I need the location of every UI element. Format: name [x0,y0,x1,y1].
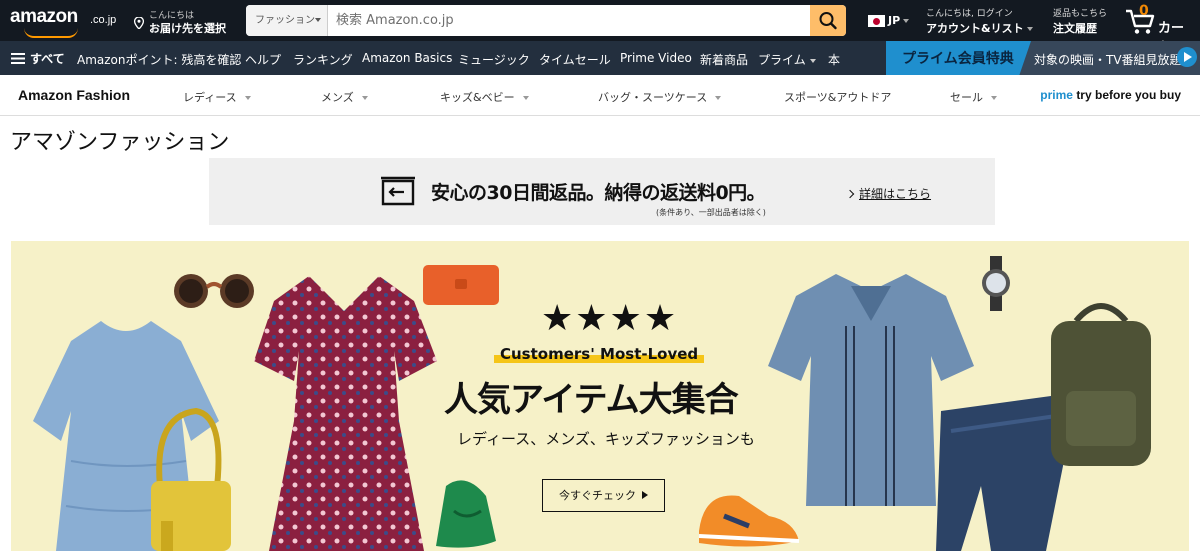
nav-item-music[interactable]: ミュージック [458,51,530,68]
fashion-nav-label: バッグ・スーツケース [598,91,708,104]
fashion-nav-label: レディース [183,91,237,104]
account-greeting: こんにちは, ログイン [926,9,1013,19]
top-header: amazon .co.jp こんにちは お届け先を選択 ファッション JP こん… [0,0,1200,55]
main-nav: すべて Amazonポイント: 残高を確認 ヘルプ ランキング Amazon B… [0,41,1200,75]
nav-item-time-sale[interactable]: タイムセール [539,51,611,68]
nav-item-new-arrivals[interactable]: 新着商品 [700,51,748,68]
returns-details-link[interactable]: 詳細はこちら [845,185,932,202]
chevron-down-icon [244,96,251,100]
chevron-down-icon [715,96,722,100]
returns-note: (条件あり、一部出品者は除く) [656,208,766,217]
language-label: JP [888,14,901,27]
account-label: アカウント&リスト [926,22,1024,35]
all-menu-label: すべて [30,52,65,66]
nav-item-prime[interactable]: プライム [758,51,816,68]
check-now-button[interactable]: 今すぐチェック [542,479,665,512]
japan-flag-icon[interactable] [868,15,885,27]
chevron-right-icon [845,189,855,199]
nav-item-books[interactable]: 本 [828,51,840,68]
fashion-nav-mens[interactable]: メンズ [321,89,368,105]
nav-item-ranking[interactable]: ランキング [293,51,353,68]
prime-banner-text: 対象の映画・TV番組見放題 [1034,53,1182,67]
all-menu-button[interactable]: すべて [11,50,65,67]
returns-headline: 安心の30日間返品。納得の返送料0円。 [431,182,766,204]
search-icon [819,12,837,30]
deliver-to-selector[interactable]: こんにちは お届け先を選択 [134,6,234,36]
orange-wallet-image [423,265,499,305]
search-category-label: ファッション [255,15,315,26]
location-pin-icon [134,17,144,29]
cart-count: 0 [1139,3,1149,19]
green-shoe-image [436,480,496,548]
search-input[interactable] [330,5,810,36]
chevron-down-icon [522,96,529,100]
deliver-label: お届け先を選択 [149,22,226,35]
chevron-down-icon [361,96,368,100]
play-icon [1177,47,1197,67]
fashion-nav-bags[interactable]: バッグ・スーツケース [598,89,722,105]
chevron-down-icon [315,18,321,22]
prime-banner-title: プライム会員特典 [902,51,1014,67]
search-bar: ファッション [246,5,846,36]
fashion-nav-sports[interactable]: スポーツ&アウトドア [784,89,891,105]
cart-button[interactable]: 0 カート [1124,3,1196,55]
play-arrow-icon [642,491,648,499]
fashion-brand-link[interactable]: Amazon Fashion [18,87,130,103]
fashion-nav-kids[interactable]: キッズ&ベビー [440,89,529,105]
chevron-down-icon [809,58,816,63]
chevron-down-icon [1026,27,1033,31]
amazon-logo[interactable]: amazon .co.jp [10,6,120,38]
nav-item-points[interactable]: Amazonポイント: 残高を確認 [77,51,241,68]
free-returns-banner[interactable]: 安心の30日間返品。納得の返送料0円。 (条件あり、一部出品者は除く) 詳細はこ… [209,158,995,225]
prime-word: prime [1040,88,1073,102]
fashion-nav-label: メンズ [321,91,354,104]
logo-suffix: .co.jp [90,14,117,26]
check-now-label: 今すぐチェック [559,489,636,502]
yellow-handbag-image [151,407,231,551]
hero-subtitle: レディース、メンズ、キッズファッションも [457,430,755,448]
fashion-nav-label: キッズ&ベビー [440,91,515,104]
nav-item-amazon-basics[interactable]: Amazon Basics [362,51,452,65]
returns-orders-link[interactable]: 返品もこちら 注文履歴 [1053,6,1123,36]
nav-item-prime-label: プライム [758,53,806,67]
chevron-down-icon [991,96,997,100]
fashion-nav-ladies[interactable]: レディース [183,89,251,105]
rating-stars-icon: ★★★★ [541,298,679,339]
search-button[interactable] [810,5,846,36]
account-lists-menu[interactable]: こんにちは, ログイン アカウント&リスト [926,6,1046,36]
returns-label: 返品もこちら [1053,9,1108,19]
backpack-image [1051,303,1151,466]
prime-banner-highlight: プライム会員特典 [886,41,1031,75]
nav-item-prime-video[interactable]: Prime Video [620,51,692,65]
tbyb-label: try before you buy [1076,88,1181,102]
watch-image [982,256,1010,311]
sunglasses-image [174,274,254,308]
prime-benefits-banner[interactable]: プライム会員特典 対象の映画・TV番組見放題 [886,41,1200,75]
nav-item-help[interactable]: ヘルプ [245,51,281,68]
floral-dress-image [254,276,437,551]
hero-banner[interactable]: ★★★★ Customers' Most-Loved 人気アイテム大集合 レディ… [11,241,1189,551]
hamburger-icon [11,53,25,64]
return-box-icon [381,176,415,206]
hero-title: 人気アイテム大集合 [444,380,739,420]
returns-details-label: 詳細はこちら [859,187,932,201]
hero-tagline: Customers' Most-Loved [494,345,705,363]
fashion-nav-sale[interactable]: セール [950,89,997,105]
logo-smile-icon [24,28,78,38]
fashion-nav: Amazon Fashion レディース メンズ キッズ&ベビー バッグ・スーツ… [0,75,1200,116]
logo-text: amazon [10,6,78,27]
chevron-down-icon [903,19,910,23]
orders-label: 注文履歴 [1053,22,1097,35]
prime-try-before-you-buy[interactable]: prime try before you buy [1040,88,1181,102]
search-category-dropdown[interactable]: ファッション [246,5,328,36]
fashion-nav-label: セール [950,91,983,104]
page-title: アマゾンファッション [10,130,230,155]
language-selector[interactable]: JP [888,14,910,27]
